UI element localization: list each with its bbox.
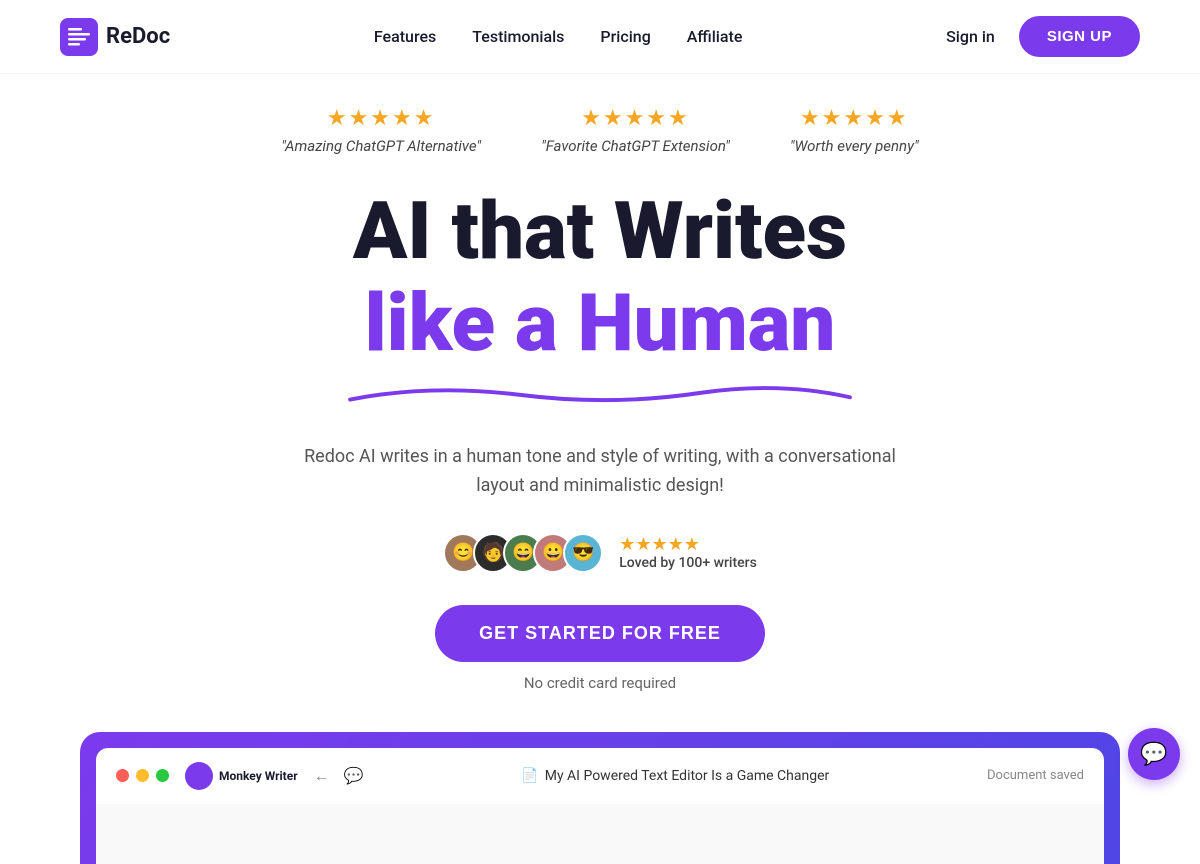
sign-in-link[interactable]: Sign in [946,27,995,46]
proof-text: ★★★★★ Loved by 100+ writers [619,534,757,571]
headline-underline [341,377,859,409]
hero-headline-line1: AI that Writes [353,187,847,275]
app-preview: 🐒 Monkey Writer ← 💬 📄 My AI Powered Text… [80,732,1120,864]
browser-dots [116,769,169,782]
doc-file-icon: 📄 [521,768,538,784]
comment-icon[interactable]: 💬 [344,766,364,785]
nav-affiliate[interactable]: Affiliate [687,27,743,46]
browser-content-area [96,804,1104,864]
nav-testimonials[interactable]: Testimonials [472,27,564,46]
logo-icon [60,18,98,56]
dot-expand [156,769,169,782]
avatar-5: 😎 [563,533,603,573]
logo[interactable]: ReDoc [60,18,170,56]
review-1: ★★★★★ "Amazing ChatGPT Alternative" [281,106,481,155]
review-2: ★★★★★ "Favorite ChatGPT Extension" [541,106,730,155]
navbar: ReDoc Features Testimonials Pricing Affi… [0,0,1200,74]
hero-subtext: Redoc AI writes in a human tone and styl… [280,443,920,501]
nav-pricing[interactable]: Pricing [600,27,650,46]
signup-button[interactable]: SIGN UP [1019,16,1140,57]
app-logo: 🐒 Monkey Writer [185,762,298,790]
app-name: Monkey Writer [219,769,298,783]
review-2-text: "Favorite ChatGPT Extension" [541,137,730,155]
hero-headline-line2: like a Human [365,279,836,367]
review-1-stars: ★★★★★ [327,106,436,131]
dot-close [116,769,129,782]
cta-button[interactable]: GET STARTED FOR FREE [435,605,765,662]
chat-widget-icon: 💬 [1140,742,1167,767]
browser-bar: 🐒 Monkey Writer ← 💬 📄 My AI Powered Text… [96,748,1104,804]
proof-stars: ★★★★★ [619,534,700,555]
chat-widget[interactable]: 💬 [1128,728,1180,780]
doc-title-area: 📄 My AI Powered Text Editor Is a Game Ch… [380,768,971,784]
doc-title-text: My AI Powered Text Editor Is a Game Chan… [545,768,830,784]
dot-minimize [136,769,149,782]
back-icon[interactable]: ← [314,766,330,786]
nav-right: Sign in SIGN UP [946,16,1140,57]
review-3-text: "Worth every penny" [790,137,919,155]
review-2-stars: ★★★★★ [581,106,690,131]
hero-section: ★★★★★ "Amazing ChatGPT Alternative" ★★★★… [0,74,1200,864]
avatar-group: 😊 🧑 😄 😀 😎 [443,533,603,573]
reviews-row: ★★★★★ "Amazing ChatGPT Alternative" ★★★★… [281,106,918,155]
nav-features[interactable]: Features [374,27,436,46]
logo-text: ReDoc [106,24,170,49]
review-3: ★★★★★ "Worth every penny" [790,106,919,155]
no-card-text: No credit card required [524,674,676,692]
saved-badge: Document saved [987,768,1084,783]
proof-label: Loved by 100+ writers [619,555,757,571]
review-3-stars: ★★★★★ [800,106,909,131]
browser-icons: ← 💬 [314,766,364,786]
review-1-text: "Amazing ChatGPT Alternative" [281,137,481,155]
social-proof: 😊 🧑 😄 😀 😎 ★★★★★ Loved by 100+ writers [443,533,757,573]
nav-links: Features Testimonials Pricing Affiliate [374,27,743,46]
monkey-icon: 🐒 [185,762,213,790]
